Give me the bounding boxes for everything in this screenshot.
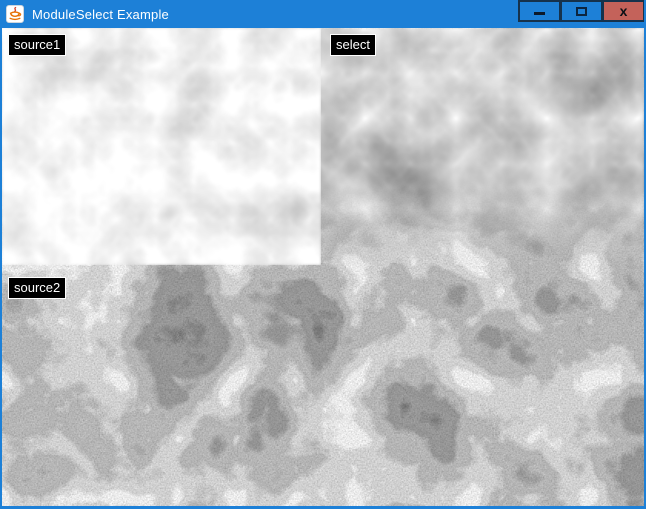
render-canvas: source1 select source2: [2, 28, 644, 506]
close-button[interactable]: x: [602, 0, 645, 22]
select-label: select: [330, 34, 376, 56]
window-title: ModuleSelect Example: [32, 7, 169, 22]
maximize-square-icon: [576, 7, 587, 16]
maximize-button[interactable]: [560, 0, 603, 22]
minimize-button[interactable]: [518, 0, 561, 22]
app-window: ModuleSelect Example x: [0, 0, 646, 509]
titlebar[interactable]: ModuleSelect Example x: [0, 0, 646, 28]
minimize-dash-icon: [534, 12, 545, 15]
noise-image: [2, 28, 644, 506]
java-coffee-cup-icon: [6, 5, 24, 23]
window-controls: x: [518, 0, 645, 26]
source2-label: source2: [8, 277, 66, 299]
close-x-icon: x: [620, 4, 628, 18]
source1-label: source1: [8, 34, 66, 56]
source1-preview-noise-layer: [2, 28, 321, 265]
